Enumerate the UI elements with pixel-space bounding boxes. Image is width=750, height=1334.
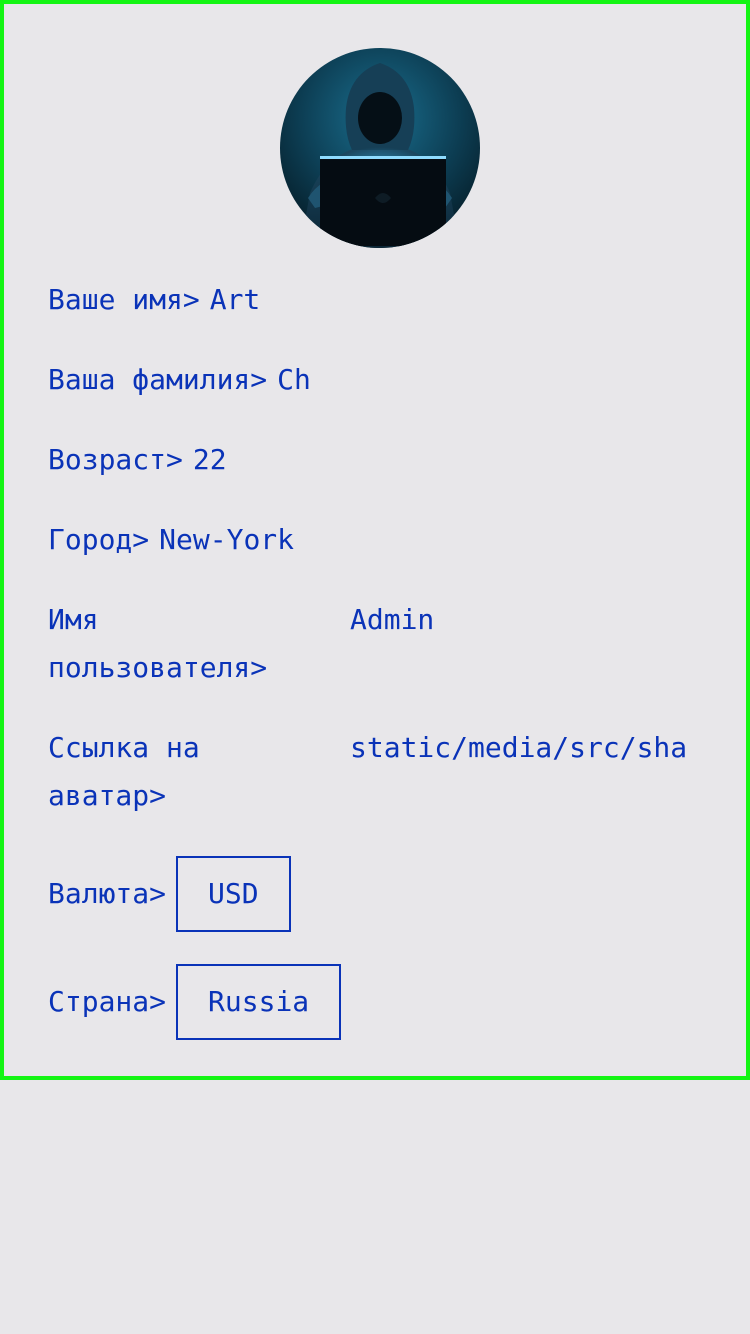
username-row: Имя пользователя> Admin bbox=[48, 596, 728, 692]
username-label: Имя пользователя> bbox=[48, 603, 268, 684]
age-value: 22 bbox=[192, 443, 227, 476]
hacker-avatar-icon bbox=[280, 48, 480, 248]
first-name-value: Art bbox=[209, 283, 261, 316]
country-select[interactable]: Russia bbox=[176, 964, 342, 1040]
profile-card: Ваше имя> Art Ваша фамилия> Ch Возраст> 22 … bbox=[0, 0, 750, 1080]
avatar-link-value: static/media/src/sha bbox=[350, 731, 688, 764]
age-row: Возраст> 22 bbox=[48, 436, 227, 484]
last-name-row: Ваша фамилия> Ch bbox=[48, 356, 311, 404]
city-value: New-York bbox=[159, 523, 295, 556]
avatar-link-row: Ссылка на аватар> static/media/src/sha bbox=[48, 724, 728, 820]
age-label: Возраст> bbox=[48, 443, 183, 476]
currency-label: Валюта> bbox=[48, 877, 167, 910]
currency-row: Валюта> USD bbox=[48, 856, 291, 932]
currency-select[interactable]: USD bbox=[176, 856, 291, 932]
city-row: Город> New-York bbox=[48, 516, 294, 564]
city-label: Город> bbox=[48, 523, 150, 556]
last-name-label: Ваша фамилия> bbox=[48, 363, 268, 396]
country-label: Страна> bbox=[48, 985, 167, 1018]
avatar-link-label: Ссылка на аватар> bbox=[48, 731, 200, 812]
username-value: Admin bbox=[350, 603, 435, 636]
country-row: Страна> Russia bbox=[48, 964, 342, 1040]
first-name-row: Ваше имя> Art bbox=[48, 276, 260, 324]
first-name-label: Ваше имя> bbox=[48, 283, 200, 316]
last-name-value: Ch bbox=[277, 363, 311, 396]
